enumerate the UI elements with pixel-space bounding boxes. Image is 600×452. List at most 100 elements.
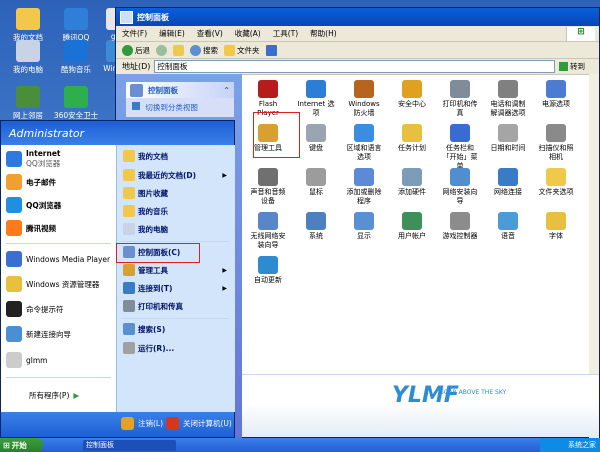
- desktop-icon[interactable]: 360安全卫士: [50, 86, 102, 121]
- start-place-item[interactable]: 我最近的文档(D) ▶: [123, 169, 229, 181]
- menu-item[interactable]: 帮助(H): [310, 28, 337, 39]
- control-panel-item-icon: [546, 124, 566, 142]
- back-label: 后退: [135, 45, 150, 55]
- start-place-item[interactable]: 连接到(T) ▶: [123, 282, 229, 294]
- all-programs-button[interactable]: 所有程序(P) ▶: [29, 390, 79, 401]
- control-panel-item[interactable]: 用户帐户: [392, 212, 432, 241]
- control-panel-item[interactable]: 字体: [536, 212, 576, 241]
- program-text: 电子邮件: [26, 177, 56, 188]
- start-program-item[interactable]: Windows 资源管理器: [6, 276, 99, 292]
- control-panel-item[interactable]: 扫描仪和照相机: [536, 124, 576, 162]
- address-field[interactable]: 控制面板: [154, 60, 555, 73]
- start-program-item[interactable]: Internet QQ浏览器: [6, 149, 61, 169]
- start-place-item[interactable]: 打印机和传真: [123, 300, 229, 312]
- desktop-icon[interactable]: 网上邻居: [2, 86, 54, 121]
- control-panel-item-label: 任务栏和「开始」菜单: [442, 144, 478, 170]
- control-panel-item[interactable]: Internet 选项: [296, 80, 336, 118]
- control-panel-item[interactable]: Windows 防火墙: [344, 80, 384, 118]
- menu-item[interactable]: 查看(V): [197, 28, 223, 39]
- menu-item[interactable]: 编辑(E): [159, 28, 185, 39]
- desktop-icon[interactable]: 我的文档: [2, 8, 54, 43]
- control-panel-item[interactable]: 无线网络安装向导: [248, 212, 288, 250]
- submenu-arrow-icon: ▶: [222, 171, 227, 179]
- start-separator: [121, 318, 229, 319]
- control-panel-item[interactable]: 网络连接: [488, 168, 528, 197]
- control-panel-item[interactable]: 电话和调制解调器选项: [488, 80, 528, 118]
- start-button[interactable]: ⊞ 开始: [0, 438, 43, 452]
- switch-category-view-link[interactable]: 切换到分类视图: [126, 98, 234, 117]
- start-place-item[interactable]: 搜索(S): [123, 323, 229, 335]
- program-label: 命令提示符: [26, 304, 64, 314]
- place-icon: [123, 205, 135, 217]
- control-panel-item-label: Windows 防火墙: [348, 100, 380, 117]
- desktop-icon[interactable]: 我的电脑: [2, 40, 54, 75]
- go-arrow-icon: [559, 62, 568, 71]
- forward-button[interactable]: [156, 44, 167, 56]
- control-panel-item-icon: [546, 168, 566, 186]
- place-icon: [123, 223, 135, 235]
- ylmf-tagline: SOAR ABOVE THE SKY: [440, 389, 507, 396]
- start-program-item[interactable]: 电子邮件: [6, 174, 56, 190]
- search-button[interactable]: 搜索: [190, 44, 218, 56]
- search-icon: [190, 44, 201, 56]
- control-panel-item-icon: [498, 168, 518, 186]
- control-panel-item[interactable]: 键盘: [296, 124, 336, 153]
- start-program-item[interactable]: QQ浏览器: [6, 197, 61, 213]
- control-panel-item[interactable]: 语音: [488, 212, 528, 241]
- menu-item[interactable]: 收藏(A): [235, 28, 261, 39]
- views-button[interactable]: [265, 44, 277, 56]
- control-panel-item[interactable]: 任务计划: [392, 124, 432, 153]
- control-panel-item[interactable]: 添加硬件: [392, 168, 432, 197]
- start-place-item[interactable]: 运行(R)...: [123, 342, 229, 354]
- control-panel-item[interactable]: 日期和时间: [488, 124, 528, 153]
- folders-button[interactable]: 文件夹: [224, 44, 260, 56]
- start-program-item[interactable]: 腾讯视频: [6, 220, 56, 236]
- control-panel-item-icon: [258, 168, 278, 186]
- desktop-icon-image: [64, 8, 88, 30]
- control-panel-item[interactable]: 鼠标: [296, 168, 336, 197]
- shutdown-button[interactable]: 关闭计算机(U): [166, 417, 232, 430]
- go-button[interactable]: 转到: [559, 61, 595, 72]
- power-icon: [166, 417, 179, 430]
- start-program-item[interactable]: Windows Media Player: [6, 251, 110, 267]
- control-panel-item[interactable]: 游戏控制器: [440, 212, 480, 241]
- start-program-item[interactable]: 新建连接向导: [6, 326, 71, 342]
- desktop-icon-image: [16, 86, 40, 108]
- start-place-item[interactable]: 我的文档: [123, 150, 229, 162]
- menu-item[interactable]: 工具(T): [273, 28, 298, 39]
- control-panel-item[interactable]: 打印机和传真: [440, 80, 480, 118]
- menu-item[interactable]: 文件(F): [122, 28, 147, 39]
- control-panel-item[interactable]: 声音和音频设备: [248, 168, 288, 206]
- control-panel-item[interactable]: 安全中心: [392, 80, 432, 109]
- logoff-button[interactable]: 注销(L): [121, 417, 163, 430]
- taskbar: ⊞ 开始 控制面板 系统之家: [0, 438, 600, 452]
- control-panel-item[interactable]: 文件夹选项: [536, 168, 576, 197]
- control-panel-item[interactable]: 显示: [344, 212, 384, 241]
- start-place-item[interactable]: 我的电脑: [123, 223, 229, 235]
- control-panel-item[interactable]: 自动更新: [248, 256, 288, 285]
- start-program-item[interactable]: 命令提示符: [6, 301, 64, 317]
- task-box-header[interactable]: 控制面板 ⌃: [126, 82, 234, 98]
- collapse-chevron-icon[interactable]: ⌃: [223, 86, 230, 95]
- start-place-item[interactable]: 图片收藏: [123, 187, 229, 199]
- program-icon: [6, 197, 22, 213]
- control-panel-item[interactable]: 系统: [296, 212, 336, 241]
- start-program-item[interactable]: glmm: [6, 352, 47, 368]
- back-button[interactable]: 后退: [122, 44, 150, 56]
- start-place-item[interactable]: 我的音乐: [123, 205, 229, 217]
- start-place-item[interactable]: 管理工具 ▶: [123, 264, 229, 276]
- control-panel-item[interactable]: 添加或删除程序: [344, 168, 384, 206]
- up-button[interactable]: [173, 44, 184, 56]
- program-text: 腾讯视频: [26, 223, 56, 234]
- system-tray: 系统之家: [540, 438, 600, 452]
- taskbar-app-control-panel[interactable]: 控制面板: [83, 439, 176, 451]
- control-panel-item[interactable]: 网络安装向导: [440, 168, 480, 206]
- folders-icon: [224, 44, 235, 56]
- window-titlebar[interactable]: 控制面板: [116, 8, 599, 26]
- place-label: 管理工具: [138, 265, 168, 275]
- control-panel-item[interactable]: 电源选项: [536, 80, 576, 109]
- control-panel-item[interactable]: 任务栏和「开始」菜单: [440, 124, 480, 171]
- desktop-icon-image: [16, 8, 40, 30]
- control-panel-item[interactable]: 区域和语言选项: [344, 124, 384, 162]
- go-label: 转到: [570, 62, 585, 71]
